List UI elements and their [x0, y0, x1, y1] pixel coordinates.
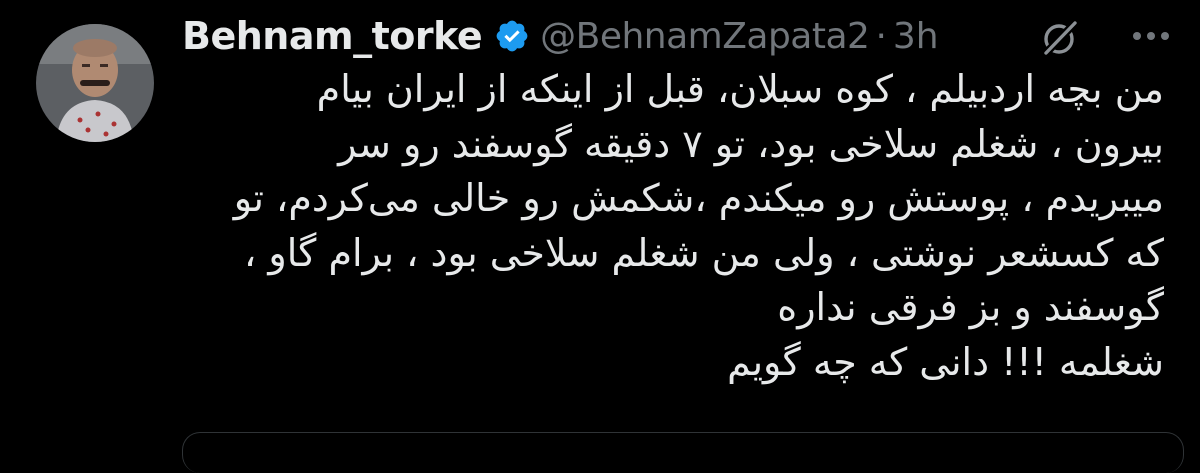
- tweet-header: Behnam_torke @BehnamZapata2 · 3h: [182, 6, 939, 66]
- verified-badge-icon[interactable]: [494, 18, 530, 54]
- grok-icon[interactable]: [1040, 18, 1080, 58]
- author-display-name[interactable]: Behnam_torke: [182, 14, 483, 58]
- tweet-timestamp[interactable]: 3h: [893, 16, 939, 57]
- tweet-text-line: من بچه اردبیلم ، کوه سبلان، قبل از اینکه…: [316, 67, 1164, 111]
- more-options-icon[interactable]: [1128, 16, 1174, 56]
- tweet-text-line: که کسشعر نوشتی ، ولی من شغلم سلاخی بود ،…: [244, 230, 1164, 275]
- tweet-text: من بچه اردبیلم ، کوه سبلان، قبل از اینکه…: [233, 62, 1164, 389]
- header-separator: ·: [875, 15, 887, 57]
- tweet-text-line: گوسفند و بز فرقی نداره: [777, 285, 1164, 329]
- avatar-photo: [36, 24, 154, 142]
- tweet-text-line: شغلمه !!! دانی که چه گویم: [727, 339, 1164, 384]
- tweet[interactable]: Behnam_torke @BehnamZapata2 · 3h من بچه …: [0, 0, 1200, 473]
- author-avatar[interactable]: [36, 24, 154, 142]
- tweet-text-line: بیرون ، شغلم سلاخی بود، تو ۷ دقیقه گوسفن…: [338, 121, 1164, 166]
- tweet-text-line: میبریدم ، پوستش رو میکندم ،شکمش رو خالی …: [233, 176, 1164, 220]
- author-handle[interactable]: @BehnamZapata2: [540, 16, 870, 57]
- embedded-card-edge[interactable]: [182, 432, 1184, 473]
